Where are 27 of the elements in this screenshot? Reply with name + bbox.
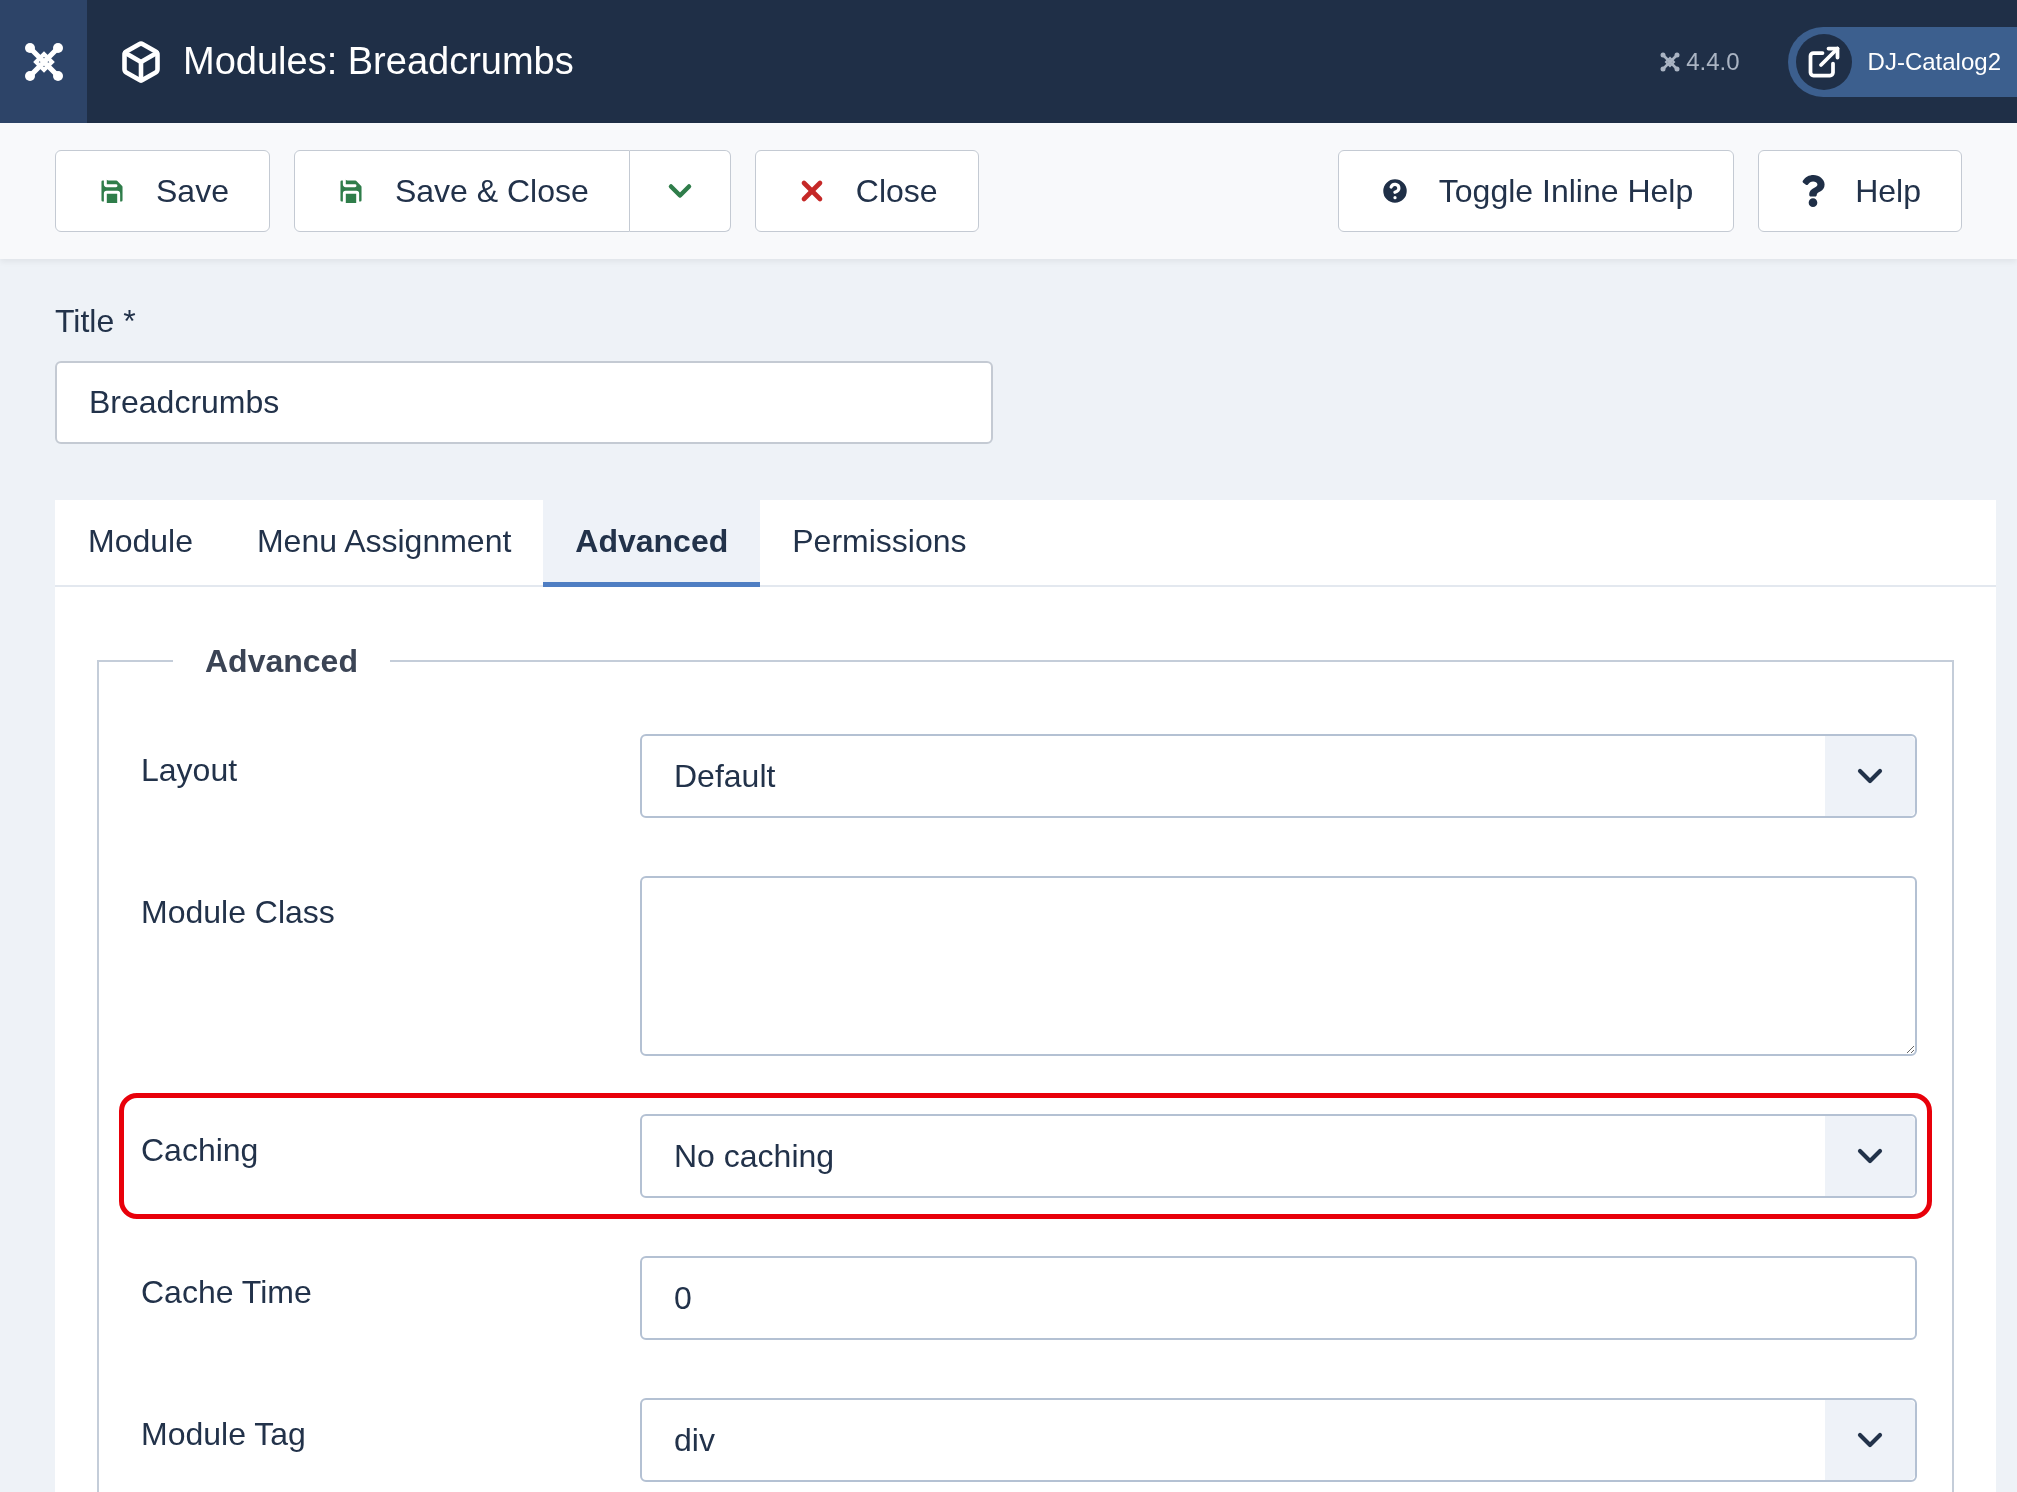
select-field[interactable]: div bbox=[640, 1398, 1917, 1482]
close-button[interactable]: Close bbox=[754, 150, 979, 232]
text-area[interactable] bbox=[640, 876, 1917, 1056]
dropdown-toggle-button[interactable] bbox=[629, 150, 731, 232]
toggle-help-button[interactable]: Toggle Inline Help bbox=[1337, 150, 1735, 232]
title-input[interactable]: Breadcrumbs bbox=[55, 361, 993, 444]
site-link[interactable]: DJ-Catalog2 bbox=[1787, 26, 2017, 97]
tab[interactable]: Module bbox=[56, 500, 225, 587]
field-label: Caching bbox=[141, 1131, 260, 1170]
save-button[interactable]: Save bbox=[55, 150, 270, 232]
save-close-button[interactable]: Save & Close bbox=[293, 150, 630, 232]
page-title: Modules: Breadcrumbs bbox=[183, 39, 574, 84]
version-text: 4.4.0 bbox=[1686, 46, 1740, 77]
field-label: Module Tag bbox=[141, 1415, 307, 1454]
input-field[interactable]: 0 bbox=[640, 1256, 1917, 1340]
tab[interactable]: Advanced bbox=[543, 500, 761, 587]
field-label: Layout bbox=[141, 751, 239, 790]
fieldset-legend: Advanced bbox=[173, 637, 390, 685]
select-field[interactable]: Default bbox=[640, 734, 1917, 818]
help-button[interactable]: Help bbox=[1758, 150, 1962, 232]
tab[interactable]: Menu Assignment bbox=[224, 500, 544, 587]
field-label: Module Class bbox=[141, 893, 336, 932]
cube-icon bbox=[119, 39, 163, 84]
field-label: Cache Time bbox=[141, 1273, 313, 1312]
select-field[interactable]: No caching bbox=[640, 1114, 1917, 1198]
field-label: Title * bbox=[55, 303, 136, 339]
tab[interactable]: Permissions bbox=[760, 500, 999, 587]
